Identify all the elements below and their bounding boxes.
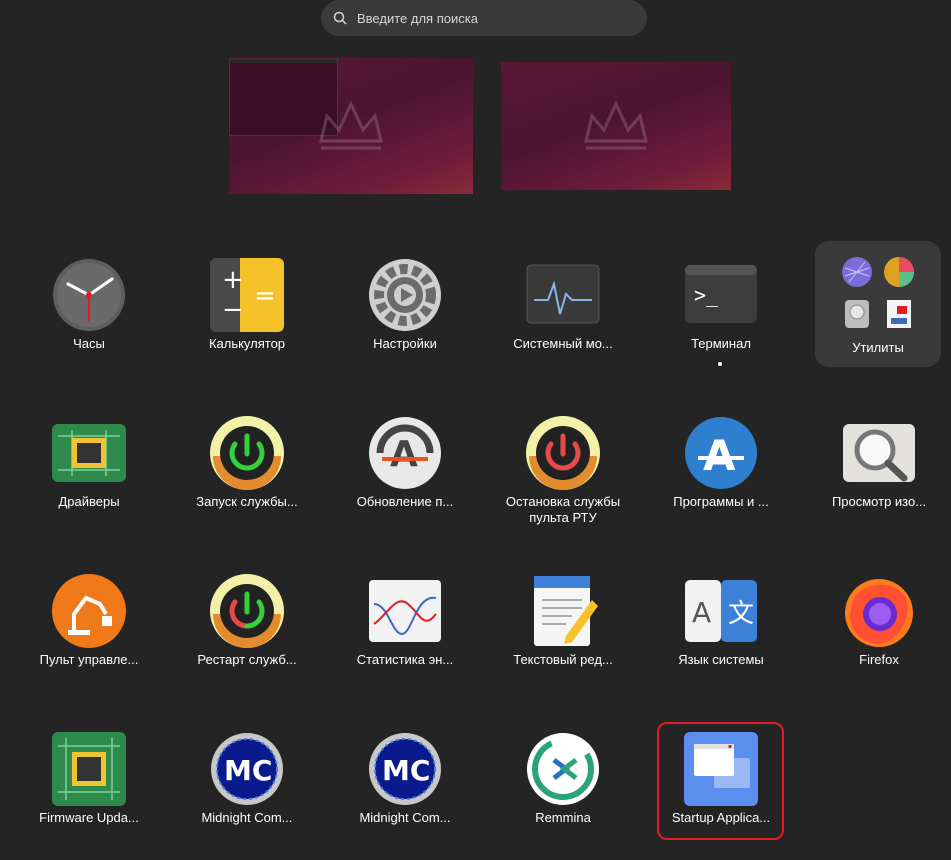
svg-text:=: = [254,281,276,311]
app-label: Запуск службы... [196,494,298,509]
app-firefox[interactable]: Firefox [804,562,951,690]
svg-text:+: + [222,265,244,295]
app-label: Язык системы [678,652,764,667]
app-language-support[interactable]: A 文 Язык системы [646,562,796,690]
power-start-icon [210,416,284,490]
running-indicator [718,362,722,366]
app-firmware-updater[interactable]: Firmware Upda... [14,720,164,848]
app-label: Настройки [373,336,437,351]
app-system-monitor[interactable]: Системный мо... [488,246,638,374]
app-drivers[interactable]: Драйверы [14,404,164,532]
svg-text:A: A [692,596,711,629]
app-label: Статистика эн... [356,652,454,667]
wallpaper-crown-icon [584,100,648,150]
app-software-updater[interactable]: A Обновление п... [330,404,480,532]
search-icon [333,11,347,25]
system-monitor-icon [526,264,600,324]
svg-text:MC: MC [382,754,430,787]
app-label: Firefox [859,652,899,667]
firmware-chip-icon [52,732,126,806]
app-software-store[interactable]: A Программы и ... [646,404,796,532]
app-power-statistics[interactable]: Статистика эн... [330,562,480,690]
svg-text:A: A [703,431,736,480]
disks-icon [845,300,869,328]
app-stop-service[interactable]: Остановка службы пульта РТУ [488,404,638,532]
svg-text:A: A [390,434,418,475]
svg-text:MC: MC [224,754,272,787]
folder-utilities[interactable]: Утилиты [815,241,941,367]
app-start-service[interactable]: Запуск службы... [172,404,322,532]
image-viewer-icon [843,424,915,482]
app-midnight-commander-1[interactable]: MC Midnight Com... [172,720,322,848]
app-label: Midnight Com... [201,810,293,825]
software-store-icon: A [685,417,757,489]
app-label: Калькулятор [208,336,286,351]
disk-usage-icon [884,257,914,287]
svg-text:文: 文 [728,599,754,629]
workspace-thumbnail-1[interactable] [229,58,473,194]
app-label: Текстовый ред... [513,652,613,667]
app-label: Remmina [535,810,591,825]
app-label: Программы и ... [673,494,769,509]
app-remmina[interactable]: Remmina [488,720,638,848]
document-viewer-icon [887,300,911,328]
app-label: Пульт управле... [39,652,139,667]
wallpaper-crown-icon [319,100,383,150]
power-statistics-icon [369,580,441,642]
clock-icon [53,259,125,331]
midnight-commander-icon: MC [369,733,441,805]
calculator-icon: + − = [210,258,284,332]
app-label: Рестарт служб... [197,652,297,667]
software-updater-icon: A [369,417,441,489]
svg-text:−: − [222,295,244,325]
app-label: Системный мо... [513,336,613,351]
app-calculator[interactable]: + − = Калькулятор [172,246,322,374]
app-label: Часы [73,336,105,351]
app-terminal[interactable]: >_ Терминал [646,246,796,374]
app-clock[interactable]: Часы [14,246,164,374]
app-label: Обновление п... [356,494,454,509]
chip-icon [52,424,126,482]
search-field[interactable]: Введите для поиска [321,0,647,36]
language-icon: A 文 [685,580,757,642]
app-control-panel[interactable]: Пульт управле... [14,562,164,690]
app-midnight-commander-2[interactable]: MC Midnight Com... [330,720,480,848]
app-label: Остановка службы пульта РТУ [505,494,621,525]
search-placeholder: Введите для поиска [357,10,478,26]
firefox-icon [845,579,913,647]
app-label: Midnight Com... [359,810,451,825]
power-stop-icon [526,416,600,490]
midnight-commander-icon: MC [211,733,283,805]
text-editor-icon [534,576,598,646]
remmina-icon [527,733,599,805]
selection-highlight [657,722,784,840]
app-label: Терминал [691,336,751,351]
app-text-editor[interactable]: Текстовый ред... [488,562,638,690]
robot-arm-icon [52,574,126,648]
app-restart-service[interactable]: Рестарт служб... [172,562,322,690]
app-label: Просмотр изо... [831,494,927,509]
folder-label: Утилиты [852,340,904,355]
settings-gear-icon [369,259,441,331]
network-icon [842,257,872,287]
app-label: Драйверы [58,494,120,509]
workspace-thumbnail-2[interactable] [501,62,731,190]
app-settings[interactable]: Настройки [330,246,480,374]
app-image-viewer[interactable]: Просмотр изо... [804,404,951,532]
terminal-icon: >_ [685,265,757,323]
power-restart-icon [210,574,284,648]
app-label: Firmware Upda... [39,810,139,825]
svg-text:>_: >_ [694,283,719,307]
